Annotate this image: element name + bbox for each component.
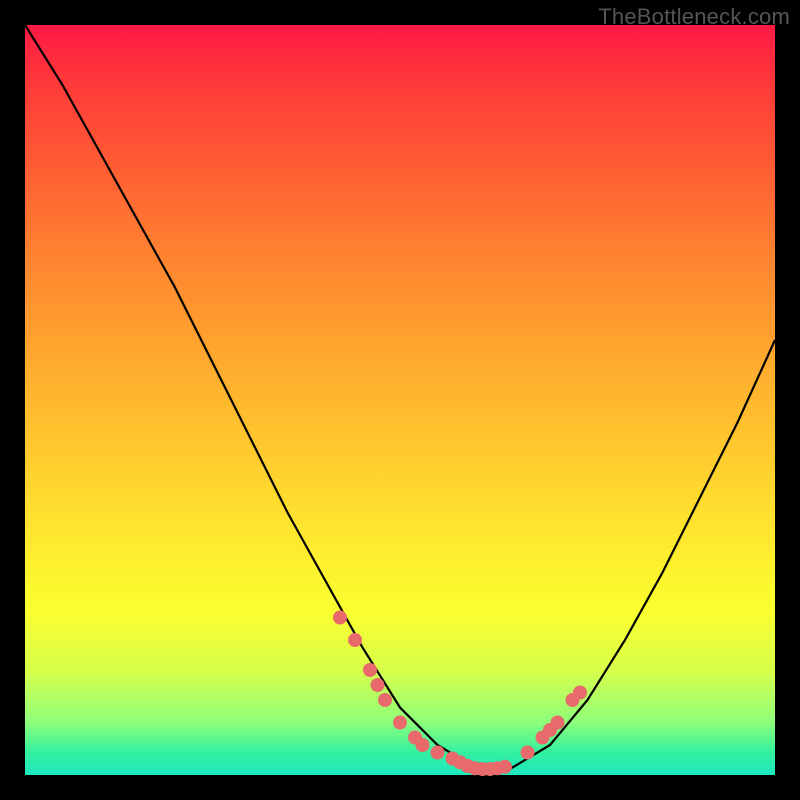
sample-point: [551, 716, 565, 730]
chart-frame: TheBottleneck.com: [0, 0, 800, 800]
bottleneck-curve: [25, 25, 775, 775]
sample-point: [498, 760, 512, 774]
sample-point: [371, 678, 385, 692]
sample-point: [393, 716, 407, 730]
sample-point: [348, 633, 362, 647]
sample-markers: [333, 611, 587, 777]
sample-point: [431, 746, 445, 760]
sample-point: [378, 693, 392, 707]
sample-point: [521, 746, 535, 760]
chart-svg: [25, 25, 775, 775]
sample-point: [333, 611, 347, 625]
sample-point: [363, 663, 377, 677]
sample-point: [573, 686, 587, 700]
plot-area: [25, 25, 775, 775]
watermark-text: TheBottleneck.com: [598, 4, 790, 30]
sample-point: [416, 738, 430, 752]
